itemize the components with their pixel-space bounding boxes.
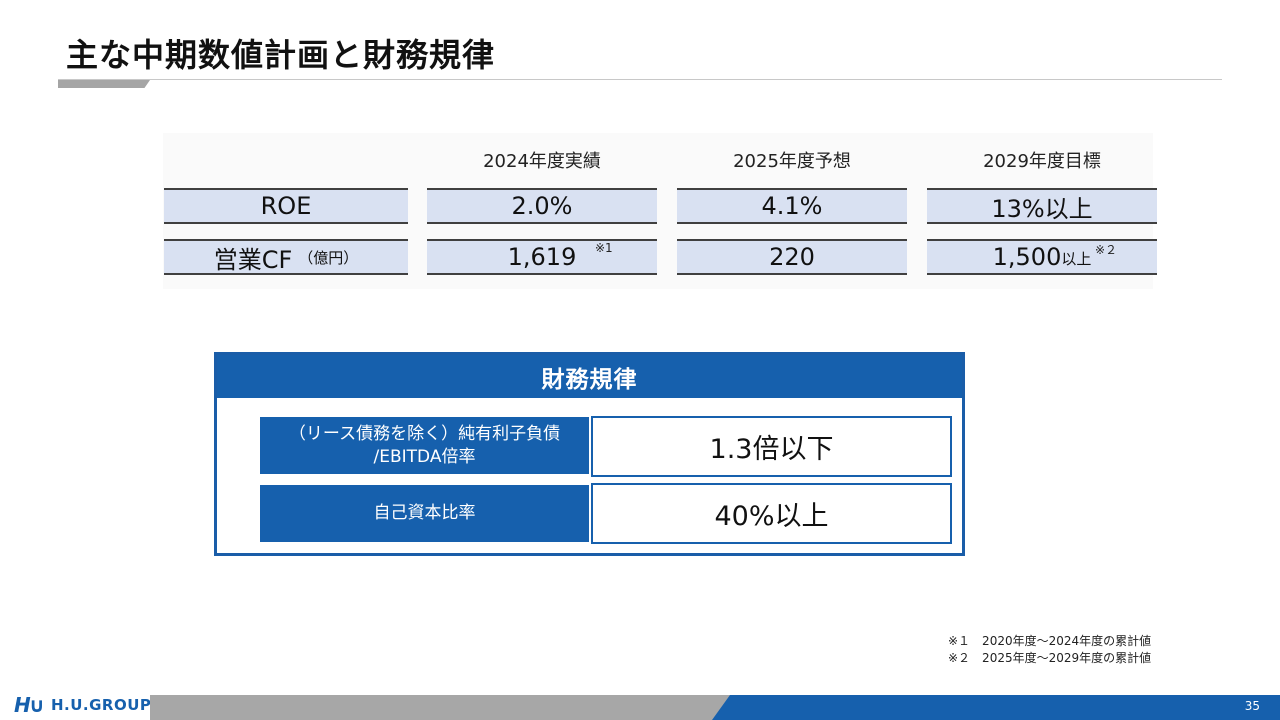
row-label-roe: ROE [164,188,408,224]
table-cell: 2.0% [427,188,657,224]
cell-value: 1,619 [507,243,577,271]
page-title: 主な中期数値計画と財務規律 [66,36,496,74]
footer-blue-band [712,695,1280,720]
table-cell: 4.1% [677,188,907,224]
note-marker-1: ※1 [595,241,613,255]
table-cell: 220 [677,239,907,275]
column-header-2024-actual: 2024年度実績 [483,151,601,172]
label-net-debt-ebitda: （リース債務を除く）純有利子負債 /EBITDA倍率 [260,417,589,474]
footer-gray-band [150,695,730,720]
row-label-unit: （億円） [298,248,359,267]
row-label-operating-cf: 営業CF （億円） [164,239,408,275]
row-label-text: 営業CF [213,245,293,274]
footnote-2: ※２ 2025年度～2029年度の累計値 [948,651,1152,665]
footnote-1: ※１ 2020年度～2024年度の累計値 [948,634,1152,648]
kpi-table: 2024年度実績 2025年度予想 2029年度目標 ROE 2.0% 4.1%… [163,133,1157,289]
label-line: 自己資本比率 [373,503,476,523]
footnotes: ※１ 2020年度～2024年度の累計値 ※２ 2025年度～2029年度の累計… [948,633,1151,667]
column-header-2029-target: 2029年度目標 [983,151,1101,172]
row-label-text: ROE [260,192,312,220]
cell-value-suffix: 以上 [1061,250,1092,268]
table-cell: 13%以上 [927,188,1157,224]
title-accent-bar [58,80,150,88]
table-cell: 1,500 以上 [927,239,1157,275]
label-line: /EBITDA倍率 [373,446,476,467]
label-equity-ratio: 自己資本比率 [260,485,589,542]
value-net-debt-ebitda: 1.3倍以下 [591,416,952,477]
financial-discipline-header: 財務規律 [217,355,962,398]
company-logo: H∪ H.U.GROUP [14,692,151,718]
financial-discipline-panel: 財務規律 （リース債務を除く）純有利子負債 /EBITDA倍率 1.3倍以下 自… [214,352,965,556]
table-cell: 1,619 [427,239,657,275]
note-marker-2: ※２ [1095,243,1118,257]
label-line: （リース債務を除く）純有利子負債 [288,423,561,444]
column-header-2025-forecast: 2025年度予想 [733,151,851,172]
value-equity-ratio: 40%以上 [591,483,952,544]
title-divider [58,79,1222,80]
logo-text: H.U.GROUP [50,696,152,714]
logo-mark: H∪ [14,693,45,717]
page-number: 35 [1244,699,1260,713]
cell-value: 1,500 [992,243,1062,271]
